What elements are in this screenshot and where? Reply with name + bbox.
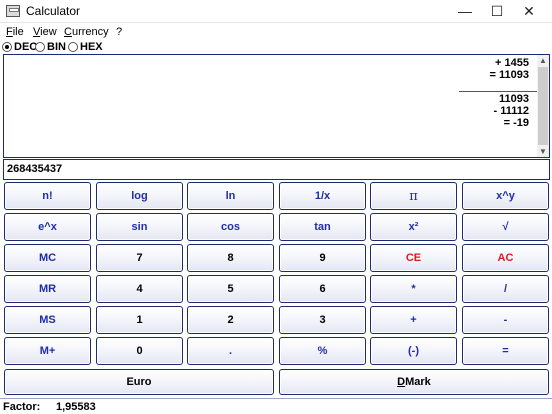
add-button[interactable]: + bbox=[370, 306, 457, 334]
radio-dec-indicator bbox=[2, 42, 12, 52]
menu-view[interactable]: View bbox=[33, 26, 57, 38]
ms-button[interactable]: MS bbox=[4, 306, 91, 334]
tape-line: = -19 bbox=[503, 117, 529, 129]
tan-button[interactable]: tan bbox=[279, 213, 366, 241]
decimal-button[interactable]: . bbox=[187, 337, 274, 365]
scroll-thumb[interactable] bbox=[538, 67, 548, 145]
window-title: Calculator bbox=[26, 4, 81, 18]
status-bar: Factor: 1,95583 bbox=[0, 398, 552, 414]
digit-2-button[interactable]: 2 bbox=[187, 306, 274, 334]
mc-button[interactable]: MC bbox=[4, 244, 91, 272]
digit-8-button[interactable]: 8 bbox=[187, 244, 274, 272]
euro-button[interactable]: Euro bbox=[4, 369, 274, 395]
history-tape[interactable]: + 1455 = 11093 11093 - 11112 = -19 ▲ ▼ bbox=[3, 54, 550, 158]
factorial-button[interactable]: n! bbox=[4, 182, 91, 210]
digit-9-button[interactable]: 9 bbox=[279, 244, 366, 272]
calculator-app-icon bbox=[6, 5, 20, 17]
sqrt-button[interactable]: √ bbox=[462, 213, 549, 241]
tape-line: + 1455 bbox=[495, 57, 529, 69]
tape-line: - 11112 bbox=[493, 105, 530, 117]
scroll-up-icon[interactable]: ▲ bbox=[537, 55, 549, 65]
digit-1-button[interactable]: 1 bbox=[96, 306, 183, 334]
digit-0-button[interactable]: 0 bbox=[96, 337, 183, 365]
subtract-button[interactable]: - bbox=[462, 306, 549, 334]
dmark-button[interactable]: D Mark bbox=[279, 369, 549, 395]
ln-button[interactable]: ln bbox=[187, 182, 274, 210]
factor-label: Factor: bbox=[3, 401, 41, 413]
cos-button[interactable]: cos bbox=[187, 213, 274, 241]
radio-hex[interactable]: HEX bbox=[68, 41, 103, 53]
radio-dec[interactable]: DEC bbox=[2, 41, 37, 53]
percent-button[interactable]: % bbox=[279, 337, 366, 365]
mr-button[interactable]: MR bbox=[4, 275, 91, 303]
sin-button[interactable]: sin bbox=[96, 213, 183, 241]
menu-help[interactable]: ? bbox=[116, 26, 122, 38]
tape-separator bbox=[459, 91, 537, 92]
tape-lines: + 1455 = 11093 11093 - 11112 = -19 bbox=[409, 57, 529, 129]
tape-line: = 11093 bbox=[489, 69, 529, 81]
ac-button[interactable]: AC bbox=[462, 244, 549, 272]
digit-6-button[interactable]: 6 bbox=[279, 275, 366, 303]
radio-hex-indicator bbox=[68, 42, 78, 52]
divide-button[interactable]: / bbox=[462, 275, 549, 303]
close-button[interactable]: ✕ bbox=[512, 0, 546, 22]
power-button[interactable]: x^y bbox=[462, 182, 549, 210]
digit-4-button[interactable]: 4 bbox=[96, 275, 183, 303]
digit-3-button[interactable]: 3 bbox=[279, 306, 366, 334]
result-display[interactable]: 268435437 bbox=[3, 159, 550, 180]
menu-currency[interactable]: Currency bbox=[64, 26, 109, 38]
number-base-selector: DEC BIN HEX bbox=[0, 40, 552, 54]
multiply-button[interactable]: * bbox=[370, 275, 457, 303]
square-button[interactable]: x² bbox=[370, 213, 457, 241]
m-plus-button[interactable]: M+ bbox=[4, 337, 91, 365]
exp-button[interactable]: e^x bbox=[4, 213, 91, 241]
menu-bar: File View Currency ? bbox=[0, 24, 552, 40]
log-button[interactable]: log bbox=[96, 182, 183, 210]
factor-value: 1,95583 bbox=[56, 401, 96, 413]
tape-scrollbar[interactable]: ▲ ▼ bbox=[537, 55, 549, 157]
menu-file[interactable]: File bbox=[6, 26, 24, 38]
pi-button[interactable]: π bbox=[370, 182, 457, 210]
title-bar: Calculator — ☐ ✕ bbox=[0, 0, 552, 23]
scroll-down-icon[interactable]: ▼ bbox=[537, 146, 549, 156]
radio-bin-indicator bbox=[35, 42, 45, 52]
digit-7-button[interactable]: 7 bbox=[96, 244, 183, 272]
reciprocal-button[interactable]: 1/x bbox=[279, 182, 366, 210]
equals-button[interactable]: = bbox=[462, 337, 549, 365]
maximize-button[interactable]: ☐ bbox=[480, 0, 514, 22]
radio-bin[interactable]: BIN bbox=[35, 41, 66, 53]
minimize-button[interactable]: — bbox=[448, 0, 482, 22]
digit-5-button[interactable]: 5 bbox=[187, 275, 274, 303]
negate-button[interactable]: (-) bbox=[370, 337, 457, 365]
ce-button[interactable]: CE bbox=[370, 244, 457, 272]
tape-line: 11093 bbox=[499, 93, 529, 105]
